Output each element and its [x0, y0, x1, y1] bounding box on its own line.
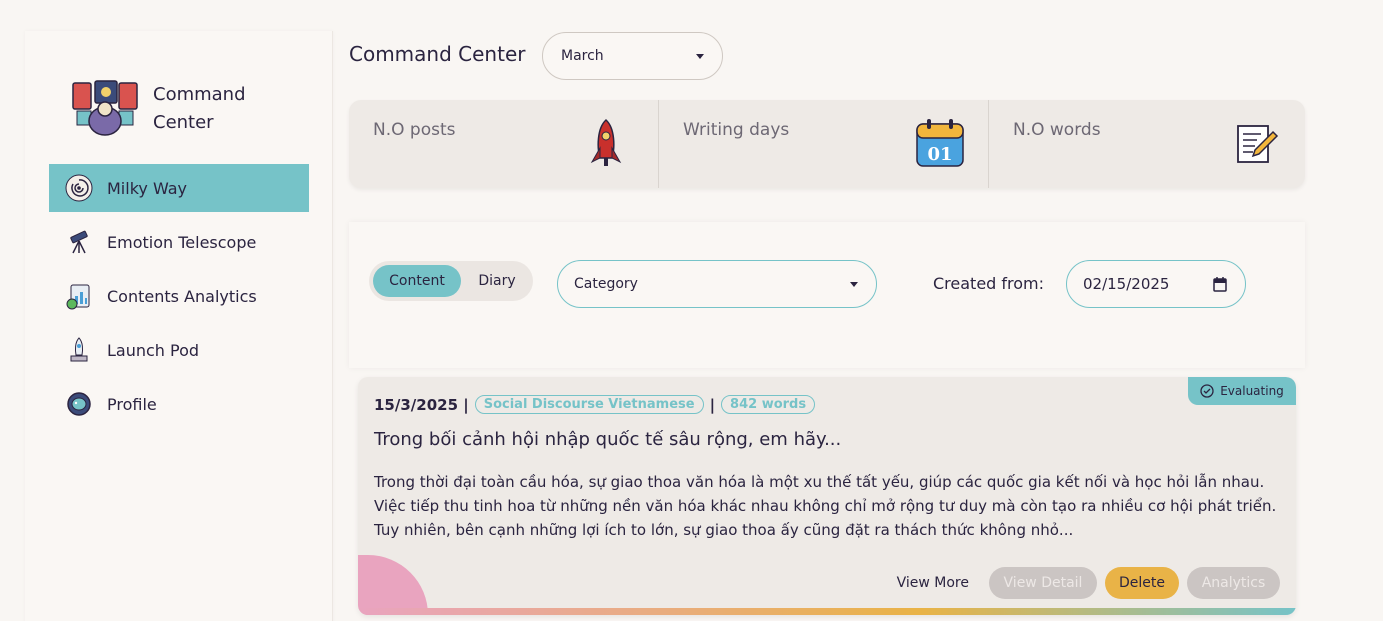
content-diary-toggle: Content Diary — [369, 261, 533, 301]
status-badge: Evaluating — [1188, 377, 1296, 405]
toggle-content[interactable]: Content — [373, 265, 461, 297]
meta-separator: | — [709, 395, 716, 414]
brand-name: Command Center — [153, 84, 246, 133]
post-excerpt: Trong thời đại toàn cầu hóa, sự giao tho… — [374, 473, 1277, 539]
status-badge-label: Evaluating — [1220, 384, 1284, 398]
sidebar-item-label: Milky Way — [107, 178, 188, 198]
sidebar-item-profile[interactable]: Profile — [49, 380, 309, 428]
delete-button[interactable]: Delete — [1105, 567, 1179, 599]
post-date: 15/3/2025 | — [374, 395, 469, 414]
toggle-diary[interactable]: Diary — [465, 265, 529, 297]
view-more-button[interactable]: View More — [885, 567, 981, 599]
sidebar-nav: Milky Way Emotion Telescope Contents Ana… — [49, 164, 309, 434]
telescope-icon — [65, 228, 93, 256]
sidebar-item-label: Profile — [107, 394, 157, 414]
notepad-pencil-icon — [1237, 125, 1279, 163]
created-from-date-value: 02/15/2025 — [1083, 275, 1170, 293]
post-meta: 15/3/2025 | Social Discourse Vietnamese … — [374, 395, 821, 414]
calendar-picker-icon[interactable] — [1213, 277, 1227, 292]
month-select[interactable]: March — [542, 32, 723, 80]
page-title: Command Center — [349, 42, 526, 66]
sidebar-item-launch-pod[interactable]: Launch Pod — [49, 326, 309, 374]
stat-label: Writing days — [683, 120, 790, 140]
sidebar-item-label: Launch Pod — [107, 340, 200, 360]
chevron-down-icon — [696, 54, 704, 59]
brand[interactable]: Command Center — [69, 79, 263, 139]
created-from-date-input[interactable]: 02/15/2025 — [1066, 260, 1246, 308]
created-from-label: Created from: — [933, 274, 1045, 293]
stats-bar: N.O posts Writing days 01 N.O words — [349, 100, 1305, 188]
sidebar-item-contents-analytics[interactable]: Contents Analytics — [49, 272, 309, 320]
chevron-down-icon — [850, 282, 858, 287]
sidebar-item-label: Contents Analytics — [107, 286, 257, 306]
post-card[interactable]: Evaluating 15/3/2025 | Social Discourse … — [358, 377, 1296, 615]
view-detail-button[interactable]: View Detail — [989, 567, 1097, 599]
gradient-bar — [358, 608, 1296, 615]
calendar-icon: 01 — [916, 119, 964, 167]
post-title: Trong bối cảnh hội nhập quốc tế sâu rộng… — [374, 429, 842, 450]
category-select-value: Category — [574, 276, 638, 292]
month-select-value: March — [561, 48, 604, 64]
check-circle-icon — [1200, 384, 1214, 398]
stat-label: N.O words — [1013, 120, 1101, 140]
filter-panel: Content Diary Category Created from: 02/… — [349, 222, 1305, 368]
decorative-corner — [358, 555, 428, 615]
astronaut-icon — [65, 390, 93, 418]
category-chip: Social Discourse Vietnamese — [474, 395, 704, 414]
sidebar: Command Center Milky Way Emotion Telesco… — [25, 31, 333, 621]
stat-words: N.O words — [989, 100, 1305, 188]
sidebar-item-label: Emotion Telescope — [107, 232, 257, 252]
sidebar-item-milky-way[interactable]: Milky Way — [49, 164, 309, 212]
analytics-icon — [65, 282, 93, 310]
command-center-logo-icon — [72, 80, 138, 136]
stat-writing-days: Writing days 01 — [659, 100, 989, 188]
stat-posts: N.O posts — [349, 100, 659, 188]
sidebar-item-emotion-telescope[interactable]: Emotion Telescope — [49, 218, 309, 266]
analytics-button[interactable]: Analytics — [1187, 567, 1280, 599]
calendar-day-text: 01 — [927, 144, 952, 165]
rocket-icon — [590, 118, 622, 166]
rocket-launch-icon — [65, 336, 93, 364]
post-actions: View More View Detail Delete Analytics — [877, 567, 1280, 599]
category-select[interactable]: Category — [557, 260, 877, 308]
galaxy-icon — [65, 174, 93, 202]
stat-label: N.O posts — [373, 120, 456, 140]
word-count-chip: 842 words — [721, 395, 816, 414]
